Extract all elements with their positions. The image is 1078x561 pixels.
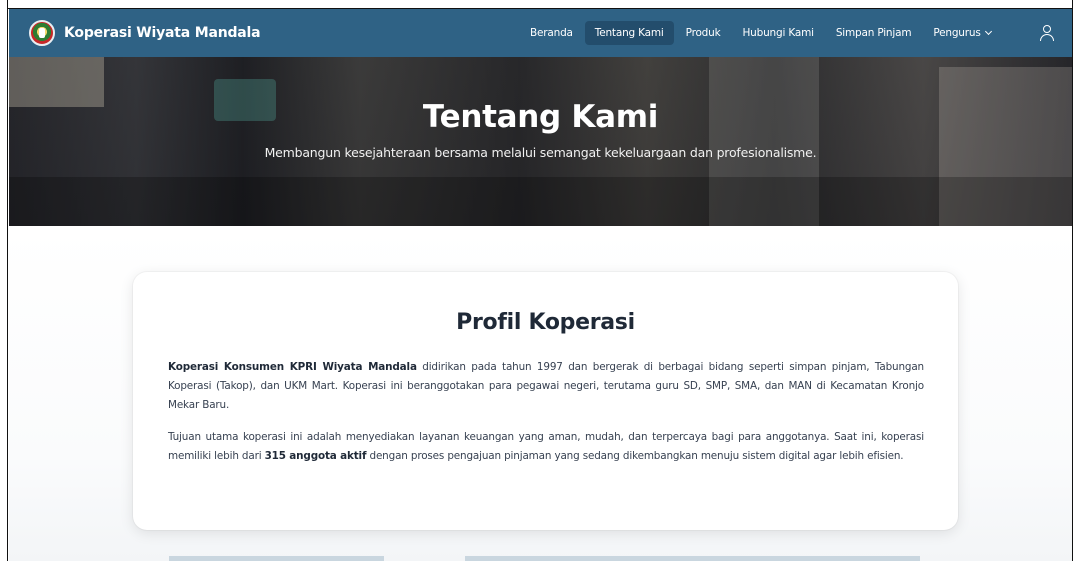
page-title: Tentang Kami (422, 99, 659, 135)
nav-dropdown-label: Pengurus (933, 27, 981, 39)
nav-link-beranda[interactable]: Beranda (520, 21, 583, 45)
hero-banner: Tentang Kami Membangun kesejahteraan ber… (9, 57, 1072, 226)
nav-dropdown-pengurus[interactable]: Pengurus (923, 21, 1000, 45)
nav-link-tentang-kami[interactable]: Tentang Kami (584, 21, 674, 45)
page: Koperasi Wiyata Mandala Beranda Tentang … (9, 9, 1072, 561)
user-icon-body (1040, 34, 1054, 41)
profile-card: Profil Koperasi Koperasi Konsumen KPRI W… (133, 272, 958, 530)
profile-paragraph-2-end: dengan proses pengajuan pinjaman yang se… (366, 450, 904, 462)
user-icon[interactable] (1040, 25, 1054, 41)
brand[interactable]: Koperasi Wiyata Mandala (29, 20, 261, 46)
active-members-count: 315 anggota aktif (264, 450, 367, 462)
window-border-right (1072, 0, 1078, 561)
profile-section: Profil Koperasi Koperasi Konsumen KPRI W… (9, 226, 1072, 561)
nav-links: Beranda Tentang Kami Produk Hubungi Kami… (520, 9, 1003, 57)
cooperative-logo-icon (29, 20, 55, 46)
brand-name: Koperasi Wiyata Mandala (64, 25, 261, 41)
nav-link-simpan-pinjam[interactable]: Simpan Pinjam (826, 21, 922, 45)
user-icon-head (1043, 25, 1051, 33)
hero-subtitle: Membangun kesejahteraan bersama melalui … (264, 145, 817, 160)
next-section-card-edge (465, 556, 920, 561)
nav-link-hubungi-kami[interactable]: Hubungi Kami (732, 21, 823, 45)
profile-paragraph-2: Tujuan utama koperasi ini adalah menyedi… (168, 428, 924, 466)
window-top-margin (0, 0, 1078, 8)
navbar: Koperasi Wiyata Mandala Beranda Tentang … (9, 9, 1072, 57)
nav-link-produk[interactable]: Produk (676, 21, 731, 45)
profile-title: Profil Koperasi (456, 310, 635, 335)
window-border-left (0, 0, 8, 561)
profile-paragraph-1: Koperasi Konsumen KPRI Wiyata Mandala di… (168, 358, 924, 415)
hero-bg-floor (9, 177, 1072, 226)
chevron-down-icon (984, 27, 992, 36)
next-section-card-edge (169, 556, 384, 561)
cooperative-full-name: Koperasi Konsumen KPRI Wiyata Mandala (168, 361, 417, 373)
